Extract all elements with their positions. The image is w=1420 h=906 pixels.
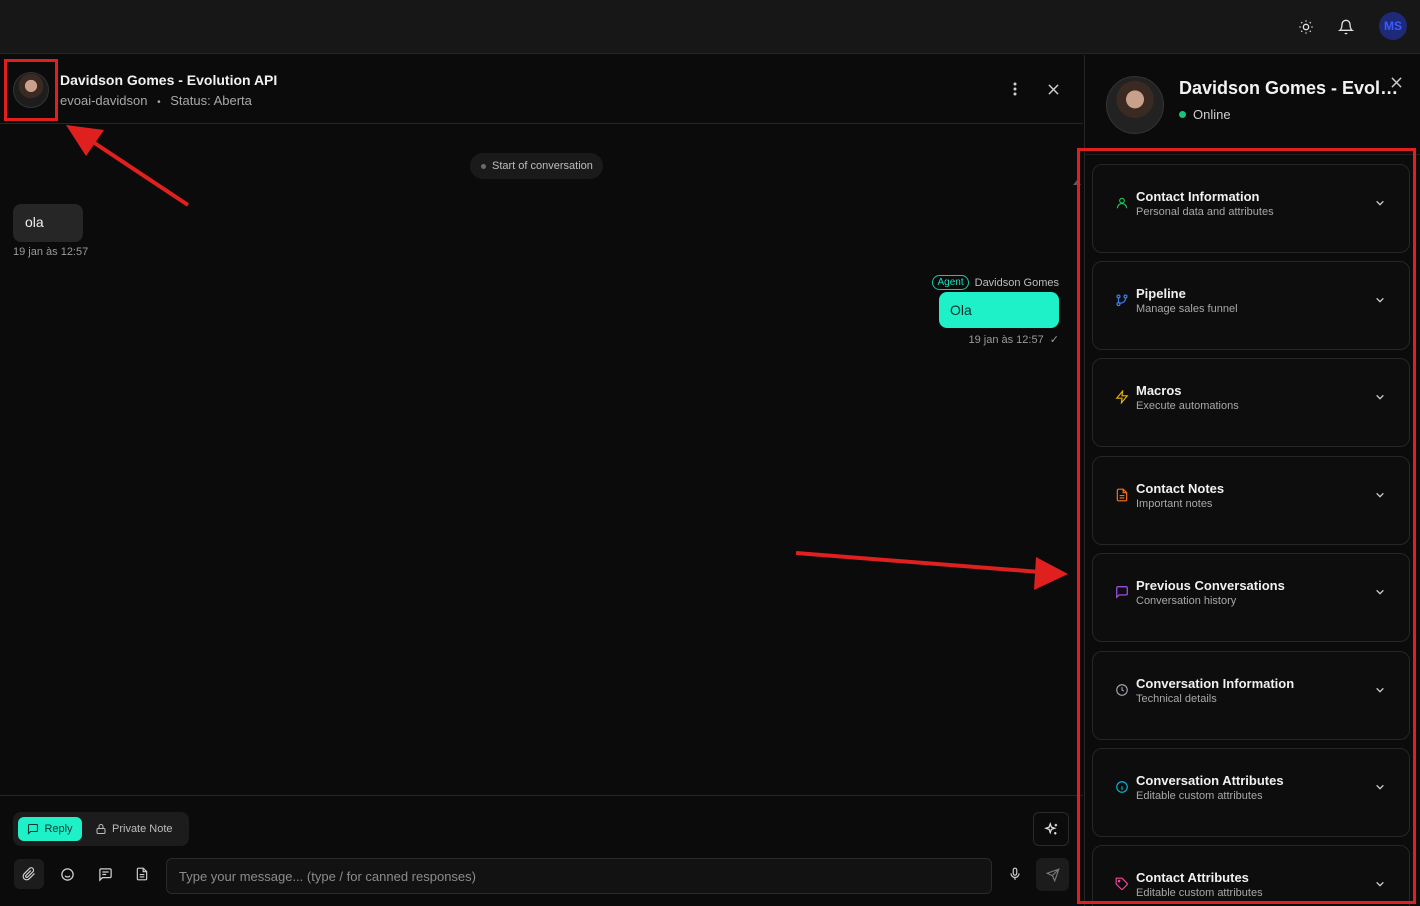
section-title: Contact Notes bbox=[1136, 481, 1225, 496]
contact-name: Davidson Gomes - Evolution API bbox=[60, 72, 278, 88]
canned-responses-button[interactable] bbox=[90, 859, 120, 889]
sender-name: Davidson Gomes bbox=[974, 276, 1059, 289]
section-title: Contact Information bbox=[1136, 189, 1260, 204]
private-note-tab[interactable]: Private Note bbox=[95, 817, 173, 841]
chevron-down-icon[interactable] bbox=[1375, 779, 1385, 797]
divider bbox=[1085, 154, 1420, 155]
message-square-icon bbox=[1114, 584, 1130, 600]
incoming-message: ola bbox=[13, 204, 83, 242]
chevron-down-icon[interactable] bbox=[1375, 195, 1385, 213]
section-title: Macros bbox=[1136, 383, 1182, 398]
info-icon bbox=[1114, 779, 1130, 795]
emoji-button[interactable] bbox=[52, 859, 82, 889]
agent-badge: Agent bbox=[932, 275, 969, 290]
zap-icon bbox=[1114, 389, 1130, 405]
lock-icon bbox=[96, 824, 106, 834]
file-text-icon bbox=[136, 867, 148, 881]
section-pipeline[interactable]: Pipeline Manage sales funnel bbox=[1092, 261, 1410, 350]
presence-label: Online bbox=[1193, 107, 1231, 122]
message-text-icon bbox=[98, 867, 112, 882]
contact-avatar[interactable] bbox=[4, 59, 58, 121]
sidebar-contact-name: Davidson Gomes - Evolution API bbox=[1179, 78, 1405, 98]
microphone-button[interactable] bbox=[1000, 859, 1030, 889]
send-icon bbox=[1045, 867, 1060, 882]
section-subtitle: Conversation history bbox=[1136, 595, 1237, 607]
private-note-label: Private Note bbox=[112, 823, 173, 835]
incoming-message-time: 19 jan às 12:57 bbox=[13, 246, 89, 258]
bell-icon[interactable] bbox=[1334, 15, 1358, 39]
microphone-icon bbox=[1010, 867, 1020, 880]
section-title: Conversation Attributes bbox=[1136, 773, 1284, 788]
section-title: Contact Attributes bbox=[1136, 870, 1249, 885]
reply-mode-switch: Reply Private Note bbox=[13, 812, 189, 846]
chat-header: Davidson Gomes - Evolution API evoai-dav… bbox=[0, 55, 1083, 124]
section-contact-information[interactable]: Contact Information Personal data and at… bbox=[1092, 164, 1410, 253]
close-chat-icon[interactable] bbox=[1043, 79, 1063, 99]
chat-panel: Davidson Gomes - Evolution API evoai-dav… bbox=[0, 55, 1083, 906]
check-icon: ✓ bbox=[1049, 334, 1059, 346]
message-input[interactable] bbox=[166, 858, 992, 894]
section-title: Conversation Information bbox=[1136, 676, 1295, 691]
send-button[interactable] bbox=[1036, 858, 1069, 891]
section-previous-conversations[interactable]: Previous Conversations Conversation hist… bbox=[1092, 553, 1410, 642]
clock-icon bbox=[1114, 682, 1130, 698]
section-subtitle: Editable custom attributes bbox=[1136, 887, 1263, 899]
chevron-down-icon[interactable] bbox=[1375, 389, 1385, 407]
smile-icon bbox=[60, 867, 74, 881]
meta-separator: • bbox=[157, 97, 161, 108]
paperclip-icon bbox=[22, 867, 35, 881]
template-button[interactable] bbox=[127, 859, 157, 889]
scrollbar-up-arrow[interactable] bbox=[1073, 180, 1081, 185]
outgoing-time-text: 19 jan às 12:57 bbox=[968, 334, 1044, 346]
chevron-down-icon[interactable] bbox=[1375, 487, 1385, 505]
section-contact-attributes[interactable]: Contact Attributes Editable custom attri… bbox=[1092, 845, 1410, 906]
git-branch-icon bbox=[1114, 292, 1130, 308]
section-macros[interactable]: Macros Execute automations bbox=[1092, 358, 1410, 447]
section-subtitle: Important notes bbox=[1136, 498, 1213, 510]
more-options-icon[interactable] bbox=[1005, 79, 1025, 99]
top-bar: MS bbox=[0, 0, 1420, 54]
section-title: Pipeline bbox=[1136, 286, 1186, 301]
inbox-name: evoai-davidson bbox=[60, 93, 148, 108]
reply-tab[interactable]: Reply bbox=[18, 817, 82, 841]
section-subtitle: Execute automations bbox=[1136, 400, 1239, 412]
chevron-down-icon[interactable] bbox=[1375, 876, 1385, 894]
section-subtitle: Manage sales funnel bbox=[1136, 303, 1238, 315]
ai-assist-button[interactable] bbox=[1033, 812, 1069, 846]
chevron-down-icon[interactable] bbox=[1375, 682, 1385, 700]
section-title: Previous Conversations bbox=[1136, 578, 1285, 593]
reply-label: Reply bbox=[44, 823, 73, 835]
sparkles-icon bbox=[1043, 821, 1057, 835]
presence-status: Online bbox=[1179, 107, 1231, 122]
attachment-button[interactable] bbox=[14, 859, 44, 889]
section-conversation-attributes[interactable]: Conversation Attributes Editable custom … bbox=[1092, 748, 1410, 837]
outgoing-message-time: 19 jan às 12:57 ✓ bbox=[968, 333, 1059, 346]
outgoing-message: Ola bbox=[939, 292, 1059, 328]
chevron-down-icon[interactable] bbox=[1375, 584, 1385, 602]
section-contact-notes[interactable]: Contact Notes Important notes bbox=[1092, 456, 1410, 545]
section-subtitle: Technical details bbox=[1136, 693, 1217, 705]
conversation-meta: evoai-davidson • Status: Aberta bbox=[60, 93, 252, 108]
online-dot bbox=[1179, 111, 1186, 118]
sun-icon[interactable] bbox=[1294, 15, 1318, 39]
section-conversation-information[interactable]: Conversation Information Technical detai… bbox=[1092, 651, 1410, 740]
file-text-icon bbox=[1114, 487, 1130, 503]
section-subtitle: Editable custom attributes bbox=[1136, 790, 1263, 802]
conversation-start-pill: Start of conversation bbox=[470, 153, 603, 179]
conversation-status: Status: Aberta bbox=[170, 93, 252, 108]
outgoing-message-sender: Agent Davidson Gomes bbox=[932, 275, 1059, 290]
user-avatar[interactable]: MS bbox=[1379, 12, 1407, 40]
avatar-photo bbox=[13, 72, 49, 108]
tag-icon bbox=[1114, 876, 1130, 892]
close-sidebar-icon[interactable] bbox=[1391, 75, 1402, 93]
section-subtitle: Personal data and attributes bbox=[1136, 206, 1274, 218]
user-icon bbox=[1114, 195, 1130, 211]
sidebar-contact-avatar bbox=[1106, 76, 1164, 134]
composer: Reply Private Note bbox=[0, 795, 1083, 906]
chevron-down-icon[interactable] bbox=[1375, 292, 1385, 310]
message-square-icon bbox=[28, 823, 39, 835]
